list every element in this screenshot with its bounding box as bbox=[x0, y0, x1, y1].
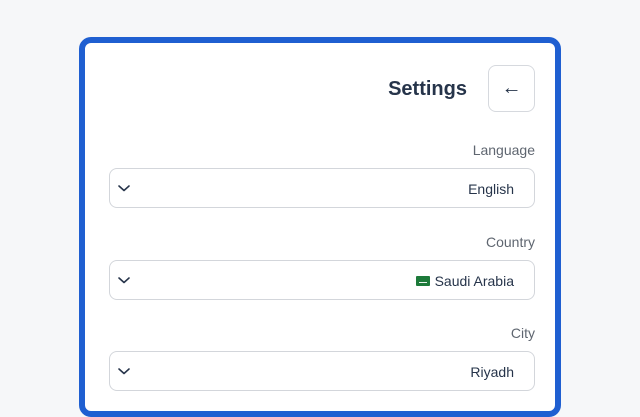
language-select[interactable]: English bbox=[109, 168, 535, 208]
language-value: English bbox=[468, 181, 514, 197]
city-select[interactable]: Riyadh bbox=[109, 351, 535, 391]
back-button[interactable]: ← bbox=[488, 65, 535, 112]
settings-header: Settings ← bbox=[85, 65, 555, 113]
chevron-down-icon bbox=[118, 368, 130, 375]
country-label: Country bbox=[485, 234, 535, 250]
city-label: City bbox=[510, 325, 535, 341]
chevron-down-icon bbox=[118, 277, 130, 284]
country-select[interactable]: Saudi Arabia bbox=[109, 260, 535, 300]
saudi-flag-icon bbox=[415, 276, 430, 286]
settings-card: Settings ← Language English Country Saud… bbox=[79, 37, 561, 417]
arrow-left-icon: ← bbox=[501, 77, 522, 99]
country-value: Saudi Arabia bbox=[434, 273, 514, 289]
city-value: Riyadh bbox=[470, 364, 514, 380]
country-value-wrap: Saudi Arabia bbox=[415, 273, 514, 289]
chevron-down-icon bbox=[118, 185, 130, 192]
page-title: Settings bbox=[388, 78, 467, 100]
language-label: Language bbox=[472, 142, 535, 158]
